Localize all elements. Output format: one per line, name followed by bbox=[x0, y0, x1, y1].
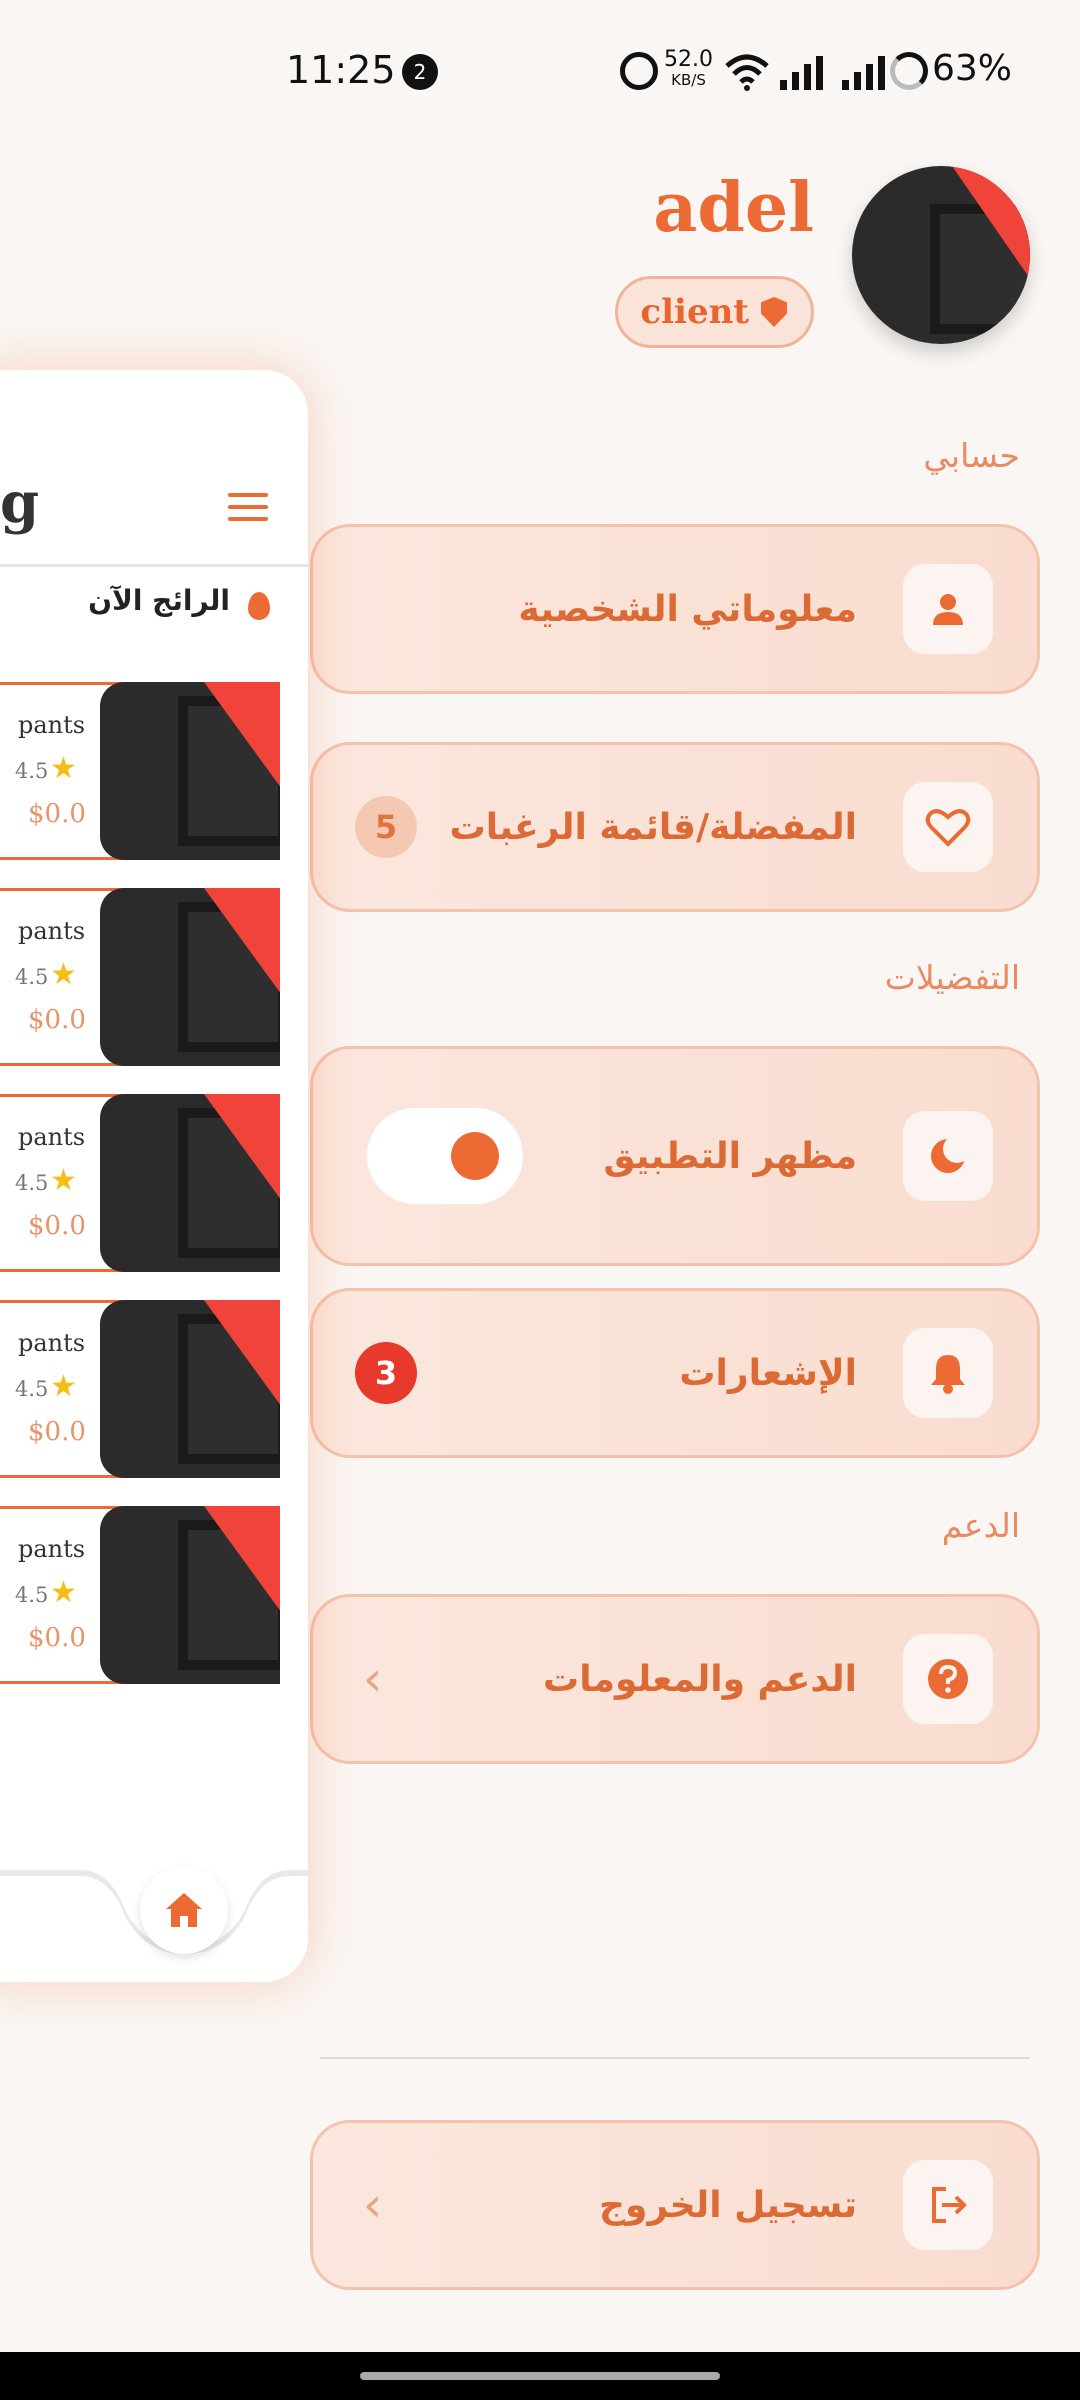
home-icon bbox=[166, 1893, 202, 1927]
section-title-account: حسابي bbox=[923, 436, 1020, 475]
product-image bbox=[100, 888, 280, 1066]
system-nav-bar bbox=[0, 2352, 1080, 2400]
menu-icon[interactable] bbox=[228, 493, 268, 529]
chevron-left-icon: ‹ bbox=[363, 1651, 383, 1707]
product-name: pants bbox=[18, 1535, 86, 1563]
product-name: pants bbox=[18, 917, 86, 945]
status-bar: 11:25 2 52.0 KB/S 63% bbox=[0, 0, 1080, 145]
product-card[interactable]: pants 4.5 ★ $0.0 bbox=[0, 1300, 280, 1478]
menu-item-notifications[interactable]: الإشعارات 3 bbox=[310, 1288, 1040, 1458]
logout-icon bbox=[903, 2160, 993, 2250]
battery-icon bbox=[890, 52, 928, 90]
moon-icon bbox=[903, 1111, 993, 1201]
product-card[interactable]: pants 4.5 ★ $0.0 bbox=[0, 682, 280, 860]
gesture-handle[interactable] bbox=[360, 2372, 720, 2380]
product-name: pants bbox=[18, 711, 86, 739]
bell-icon bbox=[903, 1328, 993, 1418]
product-price: $0.0 bbox=[28, 799, 86, 829]
main-screen-preview[interactable]: g الرائج الآن pants 4.5 ★ $0.0 pants 4.5… bbox=[0, 370, 308, 1982]
product-image bbox=[100, 682, 280, 860]
status-time: 11:25 bbox=[286, 48, 396, 92]
dark-mode-toggle[interactable] bbox=[367, 1108, 523, 1204]
notifications-count-badge: 3 bbox=[355, 1342, 417, 1404]
notification-count-icon: 2 bbox=[402, 54, 438, 90]
divider bbox=[0, 564, 308, 567]
toggle-knob bbox=[451, 1132, 499, 1180]
logout-button[interactable]: تسجيل الخروج ‹ bbox=[310, 2120, 1040, 2290]
product-rating: 4.5 bbox=[15, 1171, 49, 1195]
verified-shield-icon bbox=[761, 297, 787, 327]
signal-icon bbox=[842, 54, 885, 90]
star-icon: ★ bbox=[50, 1369, 77, 1404]
app-title-partial: g bbox=[0, 470, 40, 536]
product-card[interactable]: pants 4.5 ★ $0.0 bbox=[0, 1506, 280, 1684]
product-rating: 4.5 bbox=[15, 759, 49, 783]
wishlist-count-badge: 5 bbox=[355, 796, 417, 858]
home-button[interactable] bbox=[140, 1866, 228, 1954]
star-icon: ★ bbox=[50, 957, 77, 992]
menu-item-appearance[interactable]: مظهر التطبيق bbox=[310, 1046, 1040, 1266]
battery-percent: 63% bbox=[932, 48, 1013, 89]
divider bbox=[320, 2057, 1030, 2059]
alarm-icon bbox=[620, 52, 658, 90]
star-icon: ★ bbox=[50, 1163, 77, 1198]
product-name: pants bbox=[18, 1329, 86, 1357]
menu-label-appearance: مظهر التطبيق bbox=[603, 1135, 857, 1177]
product-name: pants bbox=[18, 1123, 86, 1151]
network-speed-value: 52.0 bbox=[664, 47, 713, 72]
product-card[interactable]: pants 4.5 ★ $0.0 bbox=[0, 888, 280, 1066]
menu-item-help[interactable]: الدعم والمعلومات ‹ bbox=[310, 1594, 1040, 1764]
heart-icon bbox=[903, 782, 993, 872]
product-image bbox=[100, 1300, 280, 1478]
section-title-preferences: التفضيلات bbox=[884, 958, 1020, 997]
trending-heading: الرائج الآن bbox=[88, 584, 230, 617]
menu-item-personal-info[interactable]: معلوماتي الشخصية bbox=[310, 524, 1040, 694]
network-speed: 52.0 KB/S bbox=[664, 47, 713, 90]
menu-label-personal-info: معلوماتي الشخصية bbox=[518, 588, 857, 630]
role-label: client bbox=[640, 292, 749, 332]
product-rating: 4.5 bbox=[15, 1583, 49, 1607]
product-price: $0.0 bbox=[28, 1623, 86, 1653]
section-title-support: الدعم bbox=[941, 1506, 1020, 1545]
signal-icon bbox=[780, 54, 823, 90]
logout-label: تسجيل الخروج bbox=[599, 2184, 857, 2226]
product-rating: 4.5 bbox=[15, 1377, 49, 1401]
product-card[interactable]: pants 4.5 ★ $0.0 bbox=[0, 1094, 280, 1272]
menu-label-wishlist: المفضلة/قائمة الرغبات bbox=[449, 806, 857, 848]
role-badge: client bbox=[615, 276, 814, 348]
help-icon bbox=[903, 1634, 993, 1724]
product-price: $0.0 bbox=[28, 1005, 86, 1035]
star-icon: ★ bbox=[50, 1575, 77, 1610]
product-price: $0.0 bbox=[28, 1417, 86, 1447]
product-price: $0.0 bbox=[28, 1211, 86, 1241]
chevron-left-icon: ‹ bbox=[363, 2177, 383, 2233]
product-image bbox=[100, 1506, 280, 1684]
star-icon: ★ bbox=[50, 751, 77, 786]
menu-item-wishlist[interactable]: المفضلة/قائمة الرغبات 5 bbox=[310, 742, 1040, 912]
avatar[interactable] bbox=[852, 166, 1030, 344]
network-speed-unit: KB/S bbox=[671, 71, 706, 89]
person-icon bbox=[903, 564, 993, 654]
user-name: adel bbox=[653, 168, 814, 248]
menu-label-help: الدعم والمعلومات bbox=[543, 1658, 857, 1700]
wifi-icon bbox=[725, 54, 769, 91]
product-image bbox=[100, 1094, 280, 1272]
product-rating: 4.5 bbox=[15, 965, 49, 989]
menu-label-notifications: الإشعارات bbox=[679, 1352, 857, 1394]
flame-icon bbox=[248, 592, 270, 620]
